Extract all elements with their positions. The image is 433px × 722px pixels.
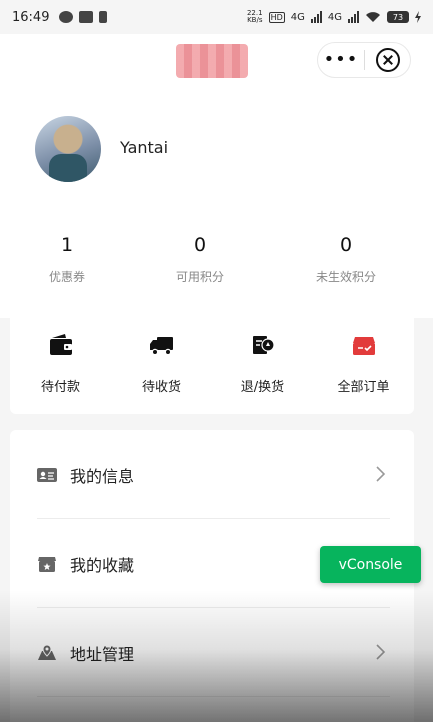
status-right-icons: 22.1 KB/s HD 4G 4G 73 [247, 10, 421, 24]
order-label: 全部订单 [337, 380, 390, 395]
menu-label: 地址管理 [70, 644, 135, 664]
order-box-icon [352, 337, 375, 355]
avatar[interactable] [35, 116, 101, 182]
vconsole-button[interactable]: vConsole [320, 546, 421, 583]
status-time: 16:49 [12, 9, 50, 25]
order-all[interactable]: 全部订单 [313, 310, 414, 414]
id-card-icon [37, 467, 57, 482]
profile-header: ••• Yantai 1 优惠券 0 可用积分 0 未生效积分 [0, 34, 433, 318]
notification-icon [59, 11, 74, 23]
stat-label: 可用积分 [175, 270, 224, 284]
menu-item-address[interactable]: 地址管理 [10, 608, 414, 697]
net-speed: 22.1 KB/s [246, 9, 263, 24]
signal-icon-2 [348, 11, 359, 23]
menu-label: 我的收藏 [70, 555, 135, 575]
stat-available-points[interactable]: 0 可用积分 [134, 232, 266, 285]
order-label: 待付款 [40, 380, 80, 395]
stats-row: 1 优惠券 0 可用积分 0 未生效积分 [0, 232, 433, 285]
map-pin-icon [38, 643, 56, 660]
usb-icon [99, 11, 108, 23]
stat-value: 1 [60, 234, 74, 256]
menu-label: 我的信息 [70, 466, 135, 486]
order-label: 退/换货 [240, 380, 285, 395]
stat-pending-points[interactable]: 0 未生效积分 [266, 232, 426, 285]
username: Yantai [120, 138, 169, 157]
favorite-box-icon [38, 556, 56, 572]
order-returns[interactable]: 退/换货 [212, 310, 313, 414]
network-label-2: 4G [327, 11, 342, 23]
close-button[interactable] [365, 48, 410, 72]
more-button[interactable]: ••• [318, 51, 364, 69]
page: 16:49 22.1 KB/s HD 4G 4G 73 ••• Yantai 1… [0, 0, 433, 722]
truck-icon [149, 337, 173, 356]
order-pending-payment[interactable]: 待付款 [10, 310, 111, 414]
return-icon [252, 336, 275, 354]
mini-program-capsule: ••• [317, 42, 411, 78]
charging-icon [415, 11, 421, 23]
stat-coupons[interactable]: 1 优惠券 [0, 232, 134, 285]
wifi-icon [366, 12, 380, 22]
camera-icon [79, 11, 94, 23]
status-left-icons [59, 11, 108, 23]
menu-divider [37, 696, 390, 697]
chevron-right-icon [376, 644, 386, 660]
close-circle-icon [375, 48, 400, 72]
wallet-icon [49, 334, 72, 355]
battery-icon: 73 [387, 11, 409, 23]
stat-value: 0 [193, 234, 207, 256]
order-pending-receipt[interactable]: 待收货 [111, 310, 212, 414]
stat-value: 0 [339, 234, 353, 256]
status-bar: 16:49 22.1 KB/s HD 4G 4G 73 [0, 0, 433, 34]
order-shortcuts: 待付款 待收货 退/换货 全部订单 [10, 310, 414, 414]
blurred-page-title [176, 44, 248, 78]
order-label: 待收货 [141, 380, 181, 395]
stat-label: 未生效积分 [315, 270, 376, 284]
network-label-1: 4G [290, 11, 305, 23]
menu-item-my-info[interactable]: 我的信息 [10, 430, 414, 519]
hd-badge: HD [268, 11, 285, 23]
signal-icon-1 [310, 11, 322, 23]
chevron-right-icon [376, 466, 386, 482]
stat-label: 优惠券 [48, 270, 85, 284]
